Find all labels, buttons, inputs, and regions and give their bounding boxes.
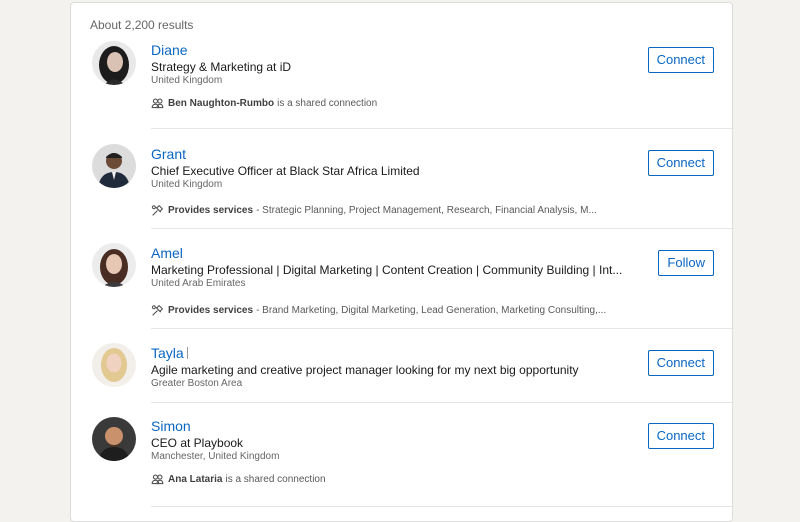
result-item: Diane Strategy & Marketing at iD United … [71, 39, 734, 129]
person-headline: Marketing Professional | Digital Marketi… [151, 263, 623, 277]
person-location: United Kingdom [151, 179, 223, 190]
connect-button[interactable]: Connect [647, 47, 714, 73]
services-icon [151, 205, 163, 216]
result-count: About 2,200 results [90, 18, 194, 32]
shared-connection-insight: Ben Naughton-Rumbo is a shared connectio… [151, 97, 377, 110]
follow-button[interactable]: Follow [658, 250, 714, 276]
person-headline: CEO at Playbook [151, 436, 244, 450]
person-location: United Arab Emirates [151, 278, 246, 289]
person-headline: Strategy & Marketing at iD [151, 60, 292, 74]
person-name[interactable]: Grant [151, 146, 186, 162]
avatar[interactable] [92, 343, 136, 387]
person-name[interactable]: Diane [151, 42, 188, 58]
connect-button[interactable]: Connect [647, 150, 714, 176]
services-insight: Provides services - Brand Marketing, Dig… [151, 304, 606, 317]
person-name[interactable]: Simon [151, 418, 191, 434]
result-item: Tayla Agile marketing and creative proje… [71, 329, 734, 403]
person-name[interactable]: Amel [151, 245, 183, 261]
connect-button[interactable]: Connect [647, 423, 714, 449]
person-location: Greater Boston Area [151, 378, 243, 389]
people-icon [151, 98, 164, 109]
person-headline: Agile marketing and creative project man… [151, 363, 579, 377]
text-cursor [186, 347, 188, 359]
insight-text: is a shared connection [277, 98, 378, 109]
divider [151, 506, 734, 507]
services-icon [151, 305, 163, 316]
avatar[interactable] [92, 417, 136, 461]
insight-text: - Brand Marketing, Digital Marketing, Le… [256, 305, 607, 316]
result-item: Amel Marketing Professional | Digital Ma… [71, 229, 734, 329]
person-headline: Chief Executive Officer at Black Star Af… [151, 164, 420, 178]
connect-button[interactable]: Connect [647, 350, 714, 376]
result-item: Simon CEO at Playbook Manchester, United… [71, 403, 734, 507]
shared-connection-insight: Ana Lataria is a shared connection [151, 473, 326, 486]
search-results-panel: About 2,200 results Diane Strategy & Mar… [70, 2, 734, 522]
insight-bold[interactable]: Ana Lataria [168, 474, 222, 485]
insight-bold: Provides services [168, 205, 254, 216]
avatar[interactable] [92, 41, 136, 85]
avatar[interactable] [92, 243, 136, 287]
insight-bold[interactable]: Ben Naughton-Rumbo [168, 98, 274, 109]
result-item: Grant Chief Executive Officer at Black S… [71, 129, 734, 229]
people-icon [151, 474, 164, 485]
person-location: United Kingdom [151, 75, 223, 86]
person-location: Manchester, United Kingdom [151, 451, 280, 462]
avatar[interactable] [92, 144, 136, 188]
insight-text: is a shared connection [225, 474, 326, 485]
insight-bold: Provides services [168, 305, 254, 316]
person-name-text: Tayla [151, 345, 184, 361]
insight-text: - Strategic Planning, Project Management… [256, 205, 597, 216]
services-insight: Provides services - Strategic Planning, … [151, 204, 597, 217]
person-name[interactable]: Tayla [151, 345, 188, 361]
